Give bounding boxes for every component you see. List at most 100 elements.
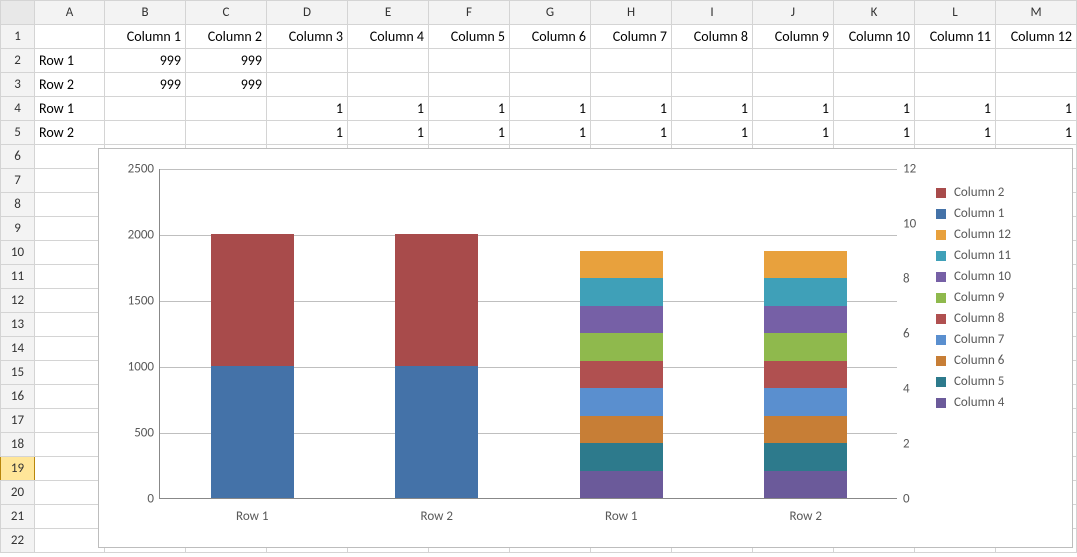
cell[interactable] <box>186 97 267 121</box>
cell[interactable] <box>35 265 105 289</box>
row-header[interactable]: 12 <box>1 289 35 313</box>
row-header[interactable]: 4 <box>1 97 35 121</box>
cell[interactable] <box>35 433 105 457</box>
cell[interactable]: 1 <box>429 97 510 121</box>
cell[interactable] <box>105 97 186 121</box>
cell[interactable]: 1 <box>996 97 1077 121</box>
cell[interactable]: Column 9 <box>753 25 834 49</box>
row-header[interactable]: 11 <box>1 265 35 289</box>
cell[interactable]: Column 7 <box>591 25 672 49</box>
cell[interactable]: 1 <box>915 121 996 145</box>
cell[interactable]: Column 1 <box>105 25 186 49</box>
cell[interactable] <box>348 73 429 97</box>
cell[interactable]: 999 <box>186 49 267 73</box>
cell[interactable]: 1 <box>510 121 591 145</box>
row-header[interactable]: 22 <box>1 529 35 553</box>
row-header[interactable]: 16 <box>1 385 35 409</box>
cell[interactable]: Column 4 <box>348 25 429 49</box>
col-header-M[interactable]: M <box>996 1 1077 25</box>
embedded-chart[interactable]: 05001000150020002500024681012Row 1Row 2R… <box>98 148 1073 548</box>
cell[interactable]: Column 3 <box>267 25 348 49</box>
cell[interactable]: 1 <box>348 121 429 145</box>
cell[interactable]: 1 <box>834 97 915 121</box>
cell[interactable]: Column 11 <box>915 25 996 49</box>
cell[interactable]: Row 2 <box>35 73 105 97</box>
cell[interactable]: 1 <box>915 97 996 121</box>
cell[interactable] <box>186 121 267 145</box>
cell[interactable] <box>834 73 915 97</box>
cell[interactable]: 1 <box>267 97 348 121</box>
row-header[interactable]: 14 <box>1 337 35 361</box>
row-header[interactable]: 21 <box>1 505 35 529</box>
row-header[interactable]: 8 <box>1 193 35 217</box>
cell[interactable]: 999 <box>105 49 186 73</box>
row-header[interactable]: 6 <box>1 145 35 169</box>
col-header-L[interactable]: L <box>915 1 996 25</box>
col-header-C[interactable]: C <box>186 1 267 25</box>
cell[interactable] <box>267 49 348 73</box>
cell[interactable] <box>35 313 105 337</box>
row-header[interactable]: 5 <box>1 121 35 145</box>
cell[interactable]: Row 1 <box>35 97 105 121</box>
cell[interactable] <box>35 409 105 433</box>
cell[interactable] <box>996 73 1077 97</box>
row-header[interactable]: 3 <box>1 73 35 97</box>
cell[interactable]: Column 5 <box>429 25 510 49</box>
cell[interactable]: 999 <box>186 73 267 97</box>
cell[interactable]: 1 <box>996 121 1077 145</box>
cell[interactable]: Column 12 <box>996 25 1077 49</box>
col-header-K[interactable]: K <box>834 1 915 25</box>
cell[interactable] <box>753 73 834 97</box>
cell[interactable]: 1 <box>672 121 753 145</box>
row-header[interactable]: 10 <box>1 241 35 265</box>
row-header[interactable]: 17 <box>1 409 35 433</box>
cell[interactable] <box>915 49 996 73</box>
cell[interactable]: 1 <box>510 97 591 121</box>
cell[interactable]: 999 <box>105 73 186 97</box>
cell[interactable]: Column 10 <box>834 25 915 49</box>
cell[interactable]: Column 2 <box>186 25 267 49</box>
cell[interactable] <box>105 121 186 145</box>
col-header-D[interactable]: D <box>267 1 348 25</box>
cell[interactable] <box>35 169 105 193</box>
cell[interactable] <box>429 73 510 97</box>
cell[interactable] <box>35 193 105 217</box>
col-header-I[interactable]: I <box>672 1 753 25</box>
cell[interactable] <box>35 217 105 241</box>
cell[interactable] <box>35 505 105 529</box>
cell[interactable] <box>672 49 753 73</box>
cell[interactable] <box>591 49 672 73</box>
cell[interactable] <box>35 25 105 49</box>
cell[interactable] <box>915 73 996 97</box>
cell[interactable]: 1 <box>591 97 672 121</box>
row-header[interactable]: 1 <box>1 25 35 49</box>
col-header-G[interactable]: G <box>510 1 591 25</box>
col-header-B[interactable]: B <box>105 1 186 25</box>
cell[interactable]: 1 <box>591 121 672 145</box>
cell[interactable]: Column 8 <box>672 25 753 49</box>
cell[interactable] <box>591 73 672 97</box>
cell[interactable] <box>348 49 429 73</box>
row-header[interactable]: 13 <box>1 313 35 337</box>
cell[interactable] <box>35 361 105 385</box>
cell[interactable] <box>753 49 834 73</box>
cell[interactable]: 1 <box>348 97 429 121</box>
col-header-J[interactable]: J <box>753 1 834 25</box>
col-header-H[interactable]: H <box>591 1 672 25</box>
cell[interactable] <box>834 49 915 73</box>
cell[interactable]: Column 6 <box>510 25 591 49</box>
cell[interactable] <box>35 241 105 265</box>
cell[interactable]: Row 2 <box>35 121 105 145</box>
cell[interactable]: 1 <box>753 97 834 121</box>
cell[interactable] <box>35 145 105 169</box>
cell[interactable]: 1 <box>834 121 915 145</box>
cell[interactable] <box>267 73 348 97</box>
row-header[interactable]: 19 <box>1 457 35 481</box>
row-header[interactable]: 9 <box>1 217 35 241</box>
cell[interactable]: Row 1 <box>35 49 105 73</box>
col-header-A[interactable]: A <box>35 1 105 25</box>
cell[interactable] <box>510 73 591 97</box>
select-all-corner[interactable] <box>1 1 35 25</box>
cell[interactable]: 1 <box>753 121 834 145</box>
cell[interactable] <box>35 337 105 361</box>
